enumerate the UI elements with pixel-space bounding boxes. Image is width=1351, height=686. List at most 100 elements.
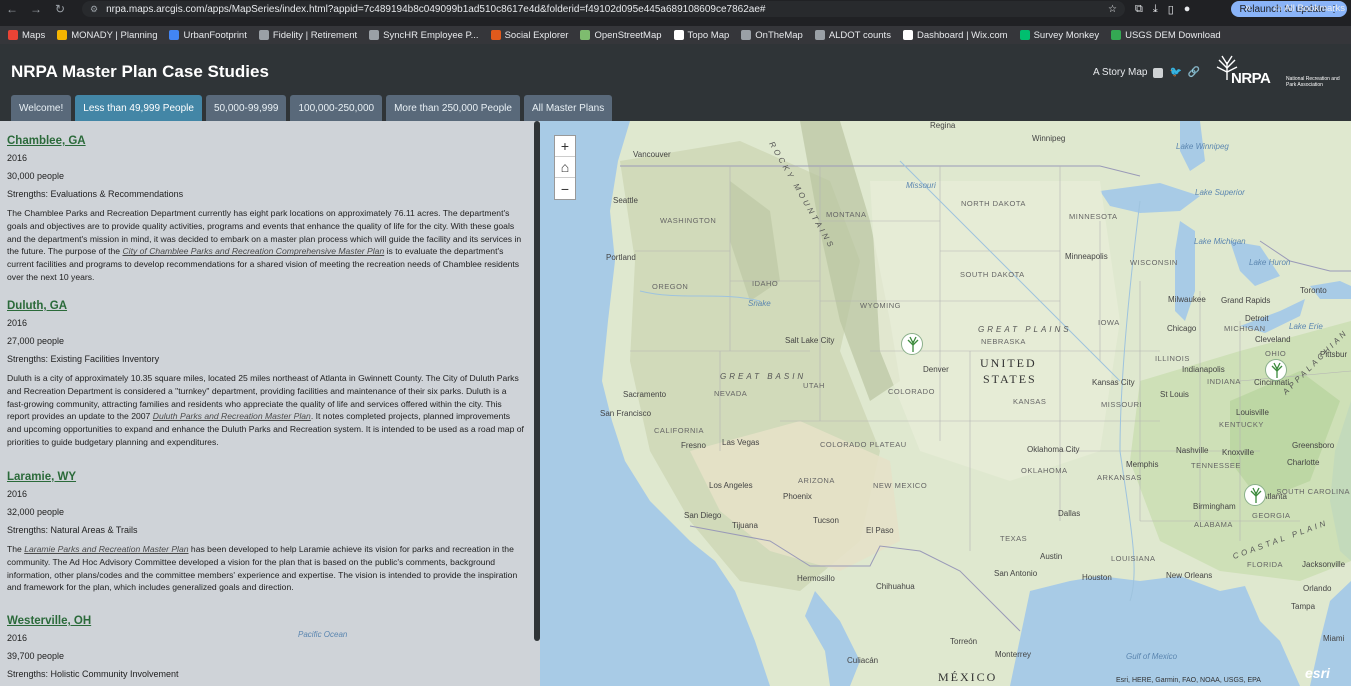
case-title[interactable]: Duluth, GA xyxy=(7,300,525,312)
browser-extension-icons: ⧉ ⤓ ▯ ● xyxy=(1135,0,1190,18)
map-label-snake: Snake xyxy=(748,299,771,308)
extensions-icon[interactable]: ⧉ xyxy=(1135,3,1143,16)
all-bookmarks-label: All Bookmarks xyxy=(1284,3,1345,14)
bookmark-label: SyncHR Employee P... xyxy=(383,29,479,41)
case-title[interactable]: Chamblee, GA xyxy=(7,135,525,147)
map-label-phoenix: Phoenix xyxy=(783,492,812,501)
home-button[interactable]: ⌂ xyxy=(555,157,575,178)
map-label-south-dakota: SOUTH DAKOTA xyxy=(960,270,1025,279)
site-info-icon[interactable]: ⚙ xyxy=(90,4,98,15)
bookmark-item[interactable]: Social Explorer xyxy=(490,30,568,41)
section-tabs: Welcome! Less than 49,999 People 50,000-99… xyxy=(11,95,613,121)
map-label-cleveland: Cleveland xyxy=(1255,335,1291,344)
bookmark-label: Topo Map xyxy=(687,29,730,41)
map-label-charlotte: Charlotte xyxy=(1287,458,1320,467)
map-label-winnipeg: Winnipeg xyxy=(1032,134,1066,143)
case-list-panel[interactable]: Chamblee, GA 2016 30,000 people Strengths: … xyxy=(0,121,540,686)
map-label-portland: Portland xyxy=(606,253,636,262)
map-zoom-controls: + ⌂ − xyxy=(554,135,576,200)
map-label-chihuahua: Chihuahua xyxy=(876,582,915,591)
case-population: 30,000 people xyxy=(7,171,65,181)
case-title[interactable]: Laramie, WY xyxy=(7,471,525,483)
story-map-header: NRPA Master Plan Case Studies A Story Ma… xyxy=(0,44,1351,121)
zoom-in-button[interactable]: + xyxy=(555,136,575,157)
tab-0[interactable]: Welcome! xyxy=(11,95,72,121)
bookmark-favicon-icon xyxy=(902,30,913,40)
map-label-nevada: NEVADA xyxy=(714,389,748,398)
map-label-orlando: Orlando xyxy=(1303,584,1332,593)
case-title[interactable]: Westerville, OH xyxy=(7,615,525,627)
bookmark-item[interactable]: Topo Map xyxy=(673,29,730,41)
case-population: 39,700 people xyxy=(7,651,65,661)
bookmark-item[interactable]: ALDOT counts xyxy=(814,30,891,41)
download-icon[interactable]: ⤓ xyxy=(1153,3,1158,16)
bookmark-item[interactable]: Survey Monkey xyxy=(1019,30,1099,41)
map-attribution: Esri, HERE, Garmin, FAO, NOAA, USGS, EPA xyxy=(1116,677,1261,684)
map-marker-westerville[interactable] xyxy=(1265,359,1287,381)
bookmark-label: OpenStreetMap xyxy=(594,29,662,41)
reload-icon[interactable]: ↻ xyxy=(48,0,72,18)
bookmark-item[interactable]: UrbanFootprint xyxy=(169,30,247,41)
case-strengths: Strengths: Existing Facilities Inventory xyxy=(7,354,160,364)
map-label-st-louis: St Louis xyxy=(1160,390,1189,399)
map-marker-laramie[interactable] xyxy=(901,333,923,355)
case-study-entry: Laramie, WY 2016 32,000 people Strengths: N… xyxy=(7,471,525,594)
all-bookmarks-button[interactable]: ▭ All Bookmarks xyxy=(1273,3,1345,14)
esri-logo[interactable]: esri xyxy=(1305,665,1330,681)
map-label-nebraska: NEBRASKA xyxy=(981,337,1026,346)
map-label-montana: MONTANA xyxy=(826,210,867,219)
facebook-icon[interactable] xyxy=(1153,67,1164,78)
back-icon[interactable]: ← xyxy=(0,0,24,18)
twitter-icon[interactable]: 🐦 xyxy=(1169,67,1181,78)
map-label-knoxville: Knoxville xyxy=(1222,448,1255,457)
map-label-culiacan: Culiacán xyxy=(847,656,879,665)
map-label-oklahoma: OKLAHOMA xyxy=(1021,466,1068,475)
bookmark-item[interactable]: MONADY | Planning xyxy=(57,30,157,41)
map-label-dallas: Dallas xyxy=(1058,509,1081,518)
map-label-miami: Miami xyxy=(1323,634,1345,643)
map-label-lake-winnipeg: Lake Winnipeg xyxy=(1176,142,1229,151)
case-description: Duluth is a city of approximately 10.35 … xyxy=(7,372,525,449)
map-label-torreon: Torreón xyxy=(950,637,978,646)
bookmark-item[interactable]: Maps xyxy=(8,30,45,41)
master-plan-link[interactable]: Duluth Parks and Recreation Master Plan xyxy=(153,411,311,421)
app-root: ← → ↻ ⚙ nrpa.maps.arcgis.com/apps/MapSer… xyxy=(0,0,1351,686)
map-view[interactable] xyxy=(540,121,1351,686)
tab-2[interactable]: 50,000-99,999 xyxy=(205,95,287,121)
forward-icon[interactable]: → xyxy=(24,0,48,18)
map-marker-chamblee-duluth[interactable] xyxy=(1244,484,1266,506)
map-label-mexico: MÉXICO xyxy=(938,670,998,684)
bookmark-star-icon[interactable]: ☆ xyxy=(1108,4,1117,15)
case-year: 2016 xyxy=(7,489,28,499)
zoom-out-button[interactable]: − xyxy=(555,178,575,199)
tab-1[interactable]: Less than 49,999 People xyxy=(75,95,202,121)
bookmark-label: MONADY | Planning xyxy=(71,29,158,41)
bookmarks-overflow-button[interactable]: » xyxy=(1245,2,1251,14)
basemap xyxy=(540,121,1351,686)
map-label-tucson: Tucson xyxy=(813,516,839,525)
master-plan-link[interactable]: Laramie Parks and Recreation Master Plan xyxy=(24,544,188,554)
bookmark-item[interactable]: SyncHR Employee P... xyxy=(369,29,479,41)
side-panel-icon[interactable]: ▯ xyxy=(1168,3,1174,16)
nrpa-logo[interactable]: NRPA National Recreation and Park Associ… xyxy=(1215,54,1345,94)
profile-icon[interactable]: ● xyxy=(1184,3,1191,15)
tab-5[interactable]: All Master Plans xyxy=(523,95,613,121)
master-plan-link[interactable]: City of Chamblee Parks and Recreation Co… xyxy=(122,246,384,256)
bookmark-item[interactable]: OpenStreetMap xyxy=(580,29,662,41)
bookmark-item[interactable]: Dashboard | Wix.com xyxy=(902,29,1008,41)
bookmark-item[interactable]: Fidelity | Retirement xyxy=(258,30,357,41)
map-label-tampa: Tampa xyxy=(1291,602,1316,611)
map-label-pacific: Pacific Ocean xyxy=(298,630,348,639)
bookmark-item[interactable]: USGS DEM Download xyxy=(1111,30,1221,41)
bookmark-label: Dashboard | Wix.com xyxy=(916,29,1008,41)
case-strengths: Strengths: Holistic Community Involvemen… xyxy=(7,669,179,679)
tab-3[interactable]: 100,000-250,000 xyxy=(290,95,383,121)
map-label-new-mexico: NEW MEXICO xyxy=(873,481,928,490)
link-icon[interactable]: 🔗 xyxy=(1188,67,1200,78)
bookmark-item[interactable]: OnTheMap xyxy=(741,30,803,41)
map-label-kentucky: KENTUCKY xyxy=(1219,420,1264,429)
map-label-tennessee: TENNESSEE xyxy=(1191,461,1241,470)
map-label-ohio: OHIO xyxy=(1265,349,1287,358)
tab-4[interactable]: More than 250,000 People xyxy=(386,95,520,121)
address-bar[interactable]: ⚙ nrpa.maps.arcgis.com/apps/MapSeries/in… xyxy=(82,1,1125,17)
